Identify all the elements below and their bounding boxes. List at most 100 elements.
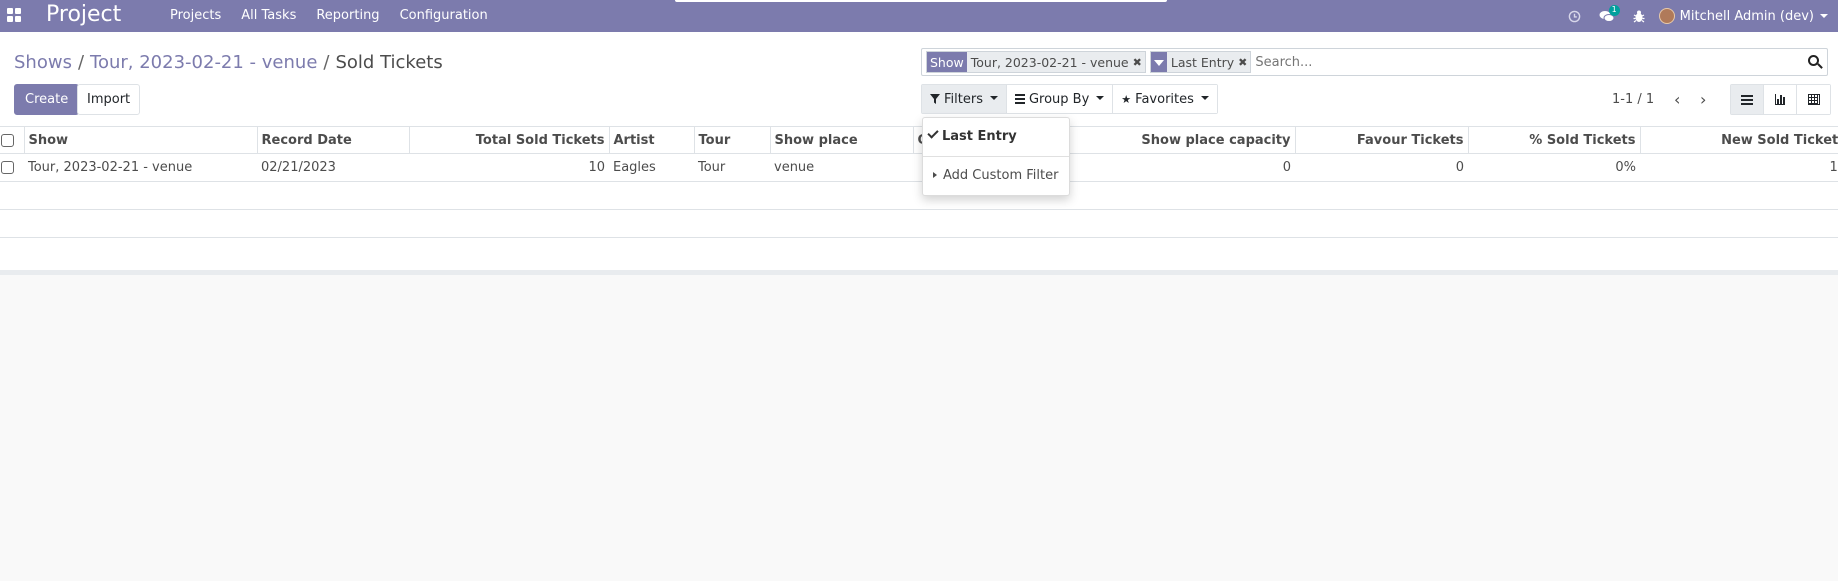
cell-total-sold-tickets[interactable]: 10 [409,153,609,182]
filters-dropdown: Last Entry Add Custom Filter [922,117,1070,196]
breadcrumb-separator: / [77,52,85,73]
page-title: Sold Tickets [335,52,443,73]
graph-view-button[interactable] [1764,85,1797,114]
select-all-checkbox[interactable] [1,133,14,147]
chevron-down-icon [1820,14,1828,18]
cell-record-date[interactable]: 02/21/2023 [257,153,409,182]
menu-all-tasks[interactable]: All Tasks [231,0,306,32]
table-row[interactable]: Tour, 2023-02-21 - venue 02/21/2023 10 E… [0,153,1838,182]
user-name: Mitchell Admin (dev) [1679,8,1814,24]
row-checkbox-cell[interactable] [0,153,24,182]
column-show-place[interactable]: Show place [769,126,913,154]
chat-badge: 1 [1608,5,1620,16]
column-artist[interactable]: Artist [608,126,694,154]
records-table: Show Record Date Total Sold Tickets Arti… [0,126,1838,266]
systray: 1 Mitchell Admin (dev) [1559,0,1838,32]
column-record-date[interactable]: Record Date [256,126,409,154]
cell-show-place[interactable]: venue [770,153,913,182]
select-all-checkbox-cell[interactable] [0,126,24,154]
chat-icon[interactable]: 1 [1591,0,1623,32]
empty-row [0,209,1838,238]
search-facet-filter: Last Entry ✖ [1149,51,1252,73]
create-button[interactable]: Create [14,84,80,115]
dropdown-divider [923,156,1069,157]
apps-menu-icon[interactable] [7,8,21,22]
facet-value: Last Entry [1170,54,1235,70]
favorites-label: Favorites [1135,91,1194,107]
search-icon[interactable] [1803,50,1827,74]
add-custom-filter[interactable]: Add Custom Filter [933,168,1079,183]
bars-icon [1014,94,1025,104]
column-tour[interactable]: Tour [693,126,770,154]
chevron-right-icon[interactable]: › [1690,90,1716,109]
view-switcher [1730,84,1831,115]
chevron-left-icon[interactable]: ‹ [1664,90,1690,109]
menu-reporting[interactable]: Reporting [306,0,389,32]
bar-chart-icon [1775,94,1785,105]
control-panel: Shows / Tour, 2023-02-21 - venue / Sold Tick… [0,32,1838,126]
star-icon: ★ [1121,92,1132,106]
import-button[interactable]: Import [77,84,141,115]
cell-favour-tickets[interactable]: 0 [1295,153,1468,182]
cell-show-place-capacity[interactable]: 0 [1068,153,1295,182]
top-navbar: Project Projects All Tasks Reporting Con… [0,0,1838,32]
pager: 1-1 / 1 ‹ › [1612,90,1716,109]
pivot-view-button[interactable] [1797,85,1830,114]
empty-row [0,238,1838,266]
add-custom-filter-label: Add Custom Filter [943,168,1059,183]
breadcrumb: Shows / Tour, 2023-02-21 - venue / Sold Tick… [14,52,443,73]
pager-value[interactable]: 1-1 / 1 [1612,92,1654,107]
menu-projects[interactable]: Projects [160,0,231,32]
main-menu: Projects All Tasks Reporting Configurati… [160,0,498,32]
column-show[interactable]: Show [23,126,257,154]
search-options: Filters Group By ★ Favorites [921,84,1218,114]
cell-percent-sold-tickets[interactable]: 0% [1468,153,1640,182]
column-new-sold-tickets[interactable]: New Sold Tickets [1639,126,1838,154]
avatar [1658,8,1675,24]
menu-configuration[interactable]: Configuration [390,0,498,32]
row-checkbox[interactable] [1,161,14,174]
favorites-button[interactable]: ★ Favorites [1113,85,1217,113]
column-percent-sold-tickets[interactable]: % Sold Tickets [1467,126,1640,154]
app-brand[interactable]: Project [46,2,121,27]
chevron-down-icon [1200,96,1209,100]
activity-clock-icon[interactable] [1559,0,1591,32]
close-icon[interactable]: ✖ [1238,56,1250,69]
caret-right-icon [933,172,937,178]
cell-tour[interactable]: Tour [694,153,770,182]
cell-new-sold-tickets[interactable]: 10 [1640,153,1838,182]
cell-show[interactable]: Tour, 2023-02-21 - venue [24,153,257,182]
column-total-sold-tickets[interactable]: Total Sold Tickets [408,126,609,154]
user-menu[interactable]: Mitchell Admin (dev) [1655,0,1838,32]
facet-value: Tour, 2023-02-21 - venue [970,54,1129,70]
breadcrumb-show-record[interactable]: Tour, 2023-02-21 - venue [90,52,317,73]
table-header: Show Record Date Total Sold Tickets Arti… [0,126,1838,154]
list-icon [1741,94,1753,105]
facet-label: Show [927,52,967,72]
group-by-button[interactable]: Group By [1006,85,1114,113]
filter-icon [930,94,940,104]
filters-label: Filters [944,91,983,107]
empty-row [0,181,1838,210]
list-view-button[interactable] [1731,85,1764,114]
breadcrumb-shows[interactable]: Shows [14,52,72,73]
column-favour-tickets[interactable]: Favour Tickets [1294,126,1468,154]
filter-option-label: Last Entry [942,129,1017,144]
search-input[interactable] [1255,51,1803,73]
bug-icon[interactable] [1623,0,1655,32]
column-show-place-capacity[interactable]: Show place capacity [1067,126,1295,154]
table-icon [1807,94,1820,105]
close-icon[interactable]: ✖ [1133,56,1145,69]
breadcrumb-separator: / [323,52,330,73]
group-by-label: Group By [1028,91,1090,107]
check-icon [927,127,939,139]
search-bar: Show Tour, 2023-02-21 - venue ✖ Last Ent… [921,48,1828,76]
search-facet-show: Show Tour, 2023-02-21 - venue ✖ [926,51,1146,73]
cell-artist[interactable]: Eagles [609,153,694,182]
chevron-down-icon [1096,96,1105,100]
filters-button[interactable]: Filters [922,85,1007,113]
filter-option-last-entry[interactable]: Last Entry [927,127,1074,144]
filter-icon [1150,52,1167,72]
chevron-down-icon [989,96,998,100]
list-view: Show Record Date Total Sold Tickets Arti… [0,126,1838,275]
